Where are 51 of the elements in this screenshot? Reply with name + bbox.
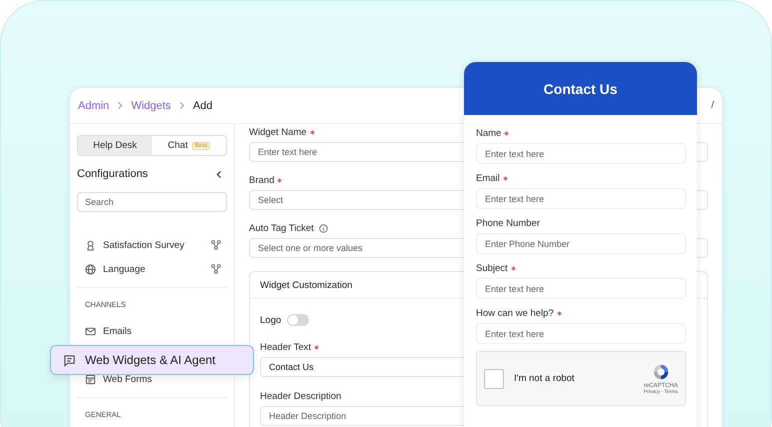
collapse-icon[interactable] xyxy=(216,170,222,178)
chevron-right-icon xyxy=(178,101,185,110)
input-field[interactable]: Enter text here xyxy=(476,323,686,344)
logo-toggle[interactable] xyxy=(287,314,310,326)
input-field[interactable]: Enter text here xyxy=(476,278,686,299)
field-label: Brand xyxy=(249,174,274,186)
input-field[interactable]: Enter text here xyxy=(476,143,686,164)
field-label: Header Description xyxy=(260,390,342,402)
award-icon xyxy=(85,240,96,250)
sidebar-item[interactable]: Web Forms xyxy=(103,374,152,384)
field-label: Phone Number xyxy=(476,218,540,228)
breadcrumb-item: Add xyxy=(192,100,213,112)
sidebar-tab[interactable]: Help Desk xyxy=(78,136,152,155)
input-field[interactable]: Enter Phone Number xyxy=(476,233,686,254)
globe-icon xyxy=(85,264,96,274)
network-icon xyxy=(211,240,221,250)
field-label: How can we help? xyxy=(476,308,554,318)
info-icon xyxy=(318,224,328,232)
mail-icon xyxy=(85,326,96,336)
breadcrumb-item[interactable]: Widgets xyxy=(131,100,171,112)
required-asterisk-icon xyxy=(314,344,320,350)
field-label: Widget Name xyxy=(249,126,307,138)
search-field[interactable]: Search xyxy=(77,192,227,212)
field-label: Header Text xyxy=(260,342,312,352)
breadcrumb-item[interactable]: Admin xyxy=(78,100,110,112)
field-label: Subject xyxy=(476,262,508,274)
input-field[interactable]: Enter text here xyxy=(476,188,686,209)
highlighted-menu-item[interactable]: Web Widgets & AI Agent xyxy=(50,345,254,375)
sidebar-item[interactable]: Emails xyxy=(103,326,132,336)
required-asterisk-icon xyxy=(277,178,282,182)
configurations-title: Configurations xyxy=(77,168,148,180)
captcha-label: I'm not a robot xyxy=(514,373,574,384)
captcha-checkbox[interactable] xyxy=(484,368,504,388)
sidebar-item[interactable]: Satisfaction Survey xyxy=(103,240,184,250)
field-label: Logo xyxy=(260,314,282,326)
field-label: Name xyxy=(476,128,502,138)
sidebar-item[interactable]: Language xyxy=(103,264,146,274)
field-label: Auto Tag Ticket xyxy=(249,222,314,234)
required-asterisk-icon xyxy=(504,130,510,136)
required-asterisk-icon xyxy=(510,266,516,270)
network-icon xyxy=(211,264,221,274)
chevron-right-icon xyxy=(117,101,124,110)
required-asterisk-icon xyxy=(556,310,562,316)
form-icon xyxy=(85,374,96,384)
chat-icon xyxy=(63,354,76,366)
required-asterisk-icon xyxy=(502,176,508,180)
field-label: Email xyxy=(476,172,500,184)
form-header: Contact Us xyxy=(464,62,697,115)
recaptcha-logo-icon xyxy=(652,362,670,380)
top-right-mark: / xyxy=(711,100,714,111)
required-asterisk-icon xyxy=(310,130,315,134)
